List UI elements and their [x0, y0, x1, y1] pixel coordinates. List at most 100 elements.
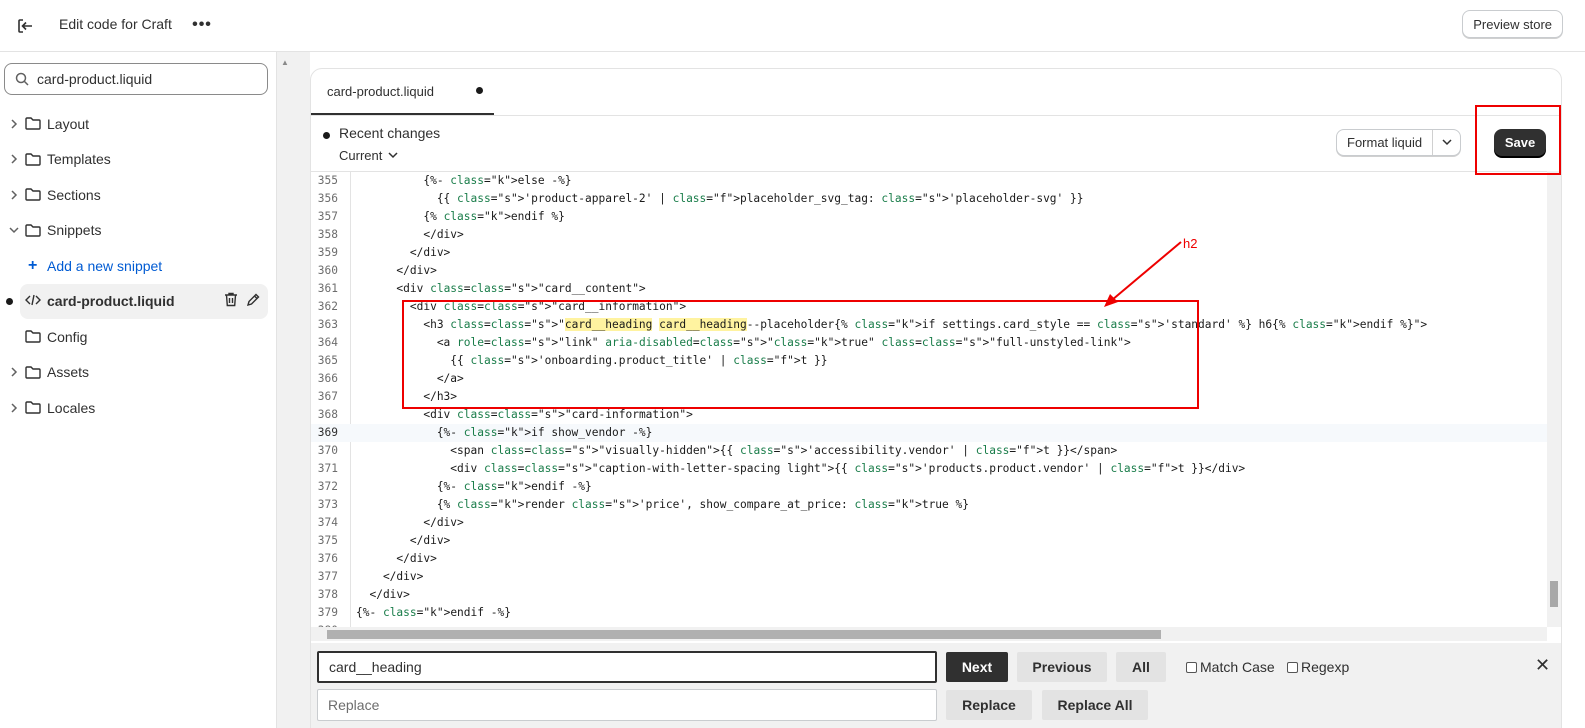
sidebar-item-layout[interactable]: Layout — [0, 106, 277, 142]
code-text: {%- class="k">else -%} — [356, 174, 572, 187]
code-line[interactable]: 359 </div> — [311, 244, 1547, 262]
code-line[interactable]: 358 </div> — [311, 226, 1547, 244]
line-number: 358 — [317, 228, 338, 241]
sidebar-item-sections[interactable]: Sections — [0, 177, 277, 213]
line-number: 377 — [317, 570, 338, 583]
scroll-thumb[interactable] — [1550, 581, 1558, 607]
line-number: 357 — [317, 210, 338, 223]
code-line[interactable]: 378 </div> — [311, 586, 1547, 604]
line-number: 373 — [317, 498, 338, 511]
scroll-up-arrow-icon[interactable]: ▲ — [281, 58, 289, 67]
tab-divider — [311, 115, 1561, 116]
code-line[interactable]: 379 {%- class="k">endif -%} — [311, 604, 1547, 622]
chevron-down-icon — [388, 152, 398, 159]
code-line[interactable]: 355 {%- class="k">else -%} — [311, 172, 1547, 190]
line-number: 379 — [317, 606, 338, 619]
find-all-button[interactable]: All — [1116, 652, 1166, 682]
code-line[interactable]: 372 {%- class="k">endif -%} — [311, 478, 1547, 496]
replace-input[interactable] — [317, 689, 937, 721]
exit-icon — [18, 19, 32, 33]
more-actions-button[interactable]: ••• — [190, 11, 214, 39]
code-text: </div> — [356, 264, 437, 277]
exit-button[interactable] — [10, 11, 40, 41]
sidebar-item-snippets[interactable]: Snippets — [0, 213, 277, 249]
find-input[interactable] — [317, 651, 937, 683]
code-line[interactable]: 356 {{ class="s">'product-apparel-2' | c… — [311, 190, 1547, 208]
code-horizontal-scrollbar[interactable] — [311, 627, 1547, 641]
line-number: 369 — [317, 426, 338, 439]
code-text: <div class=class="s">"card__content"> — [356, 282, 646, 295]
format-liquid-label[interactable]: Format liquid — [1337, 130, 1434, 155]
code-line[interactable]: 360 </div> — [311, 262, 1547, 280]
rename-pencil-icon[interactable] — [246, 293, 260, 310]
page-title: Edit code for Craft — [59, 16, 172, 32]
sidebar-scrollbar[interactable]: ▲ — [277, 52, 310, 728]
add-snippet-label: Add a new snippet — [47, 257, 163, 274]
find-next-button[interactable]: Next — [946, 652, 1008, 682]
line-number: 378 — [317, 588, 338, 601]
version-select[interactable]: Current — [339, 148, 398, 163]
code-line[interactable]: 371 <div class=class="s">"caption-with-l… — [311, 460, 1547, 478]
line-number: 372 — [317, 480, 338, 493]
line-number: 365 — [317, 354, 338, 367]
replace-button[interactable]: Replace — [946, 690, 1032, 720]
line-number: 368 — [317, 408, 338, 421]
preview-store-button[interactable]: Preview store — [1462, 10, 1563, 38]
code-line[interactable]: 376 </div> — [311, 550, 1547, 568]
code-text: </div> — [356, 588, 410, 601]
add-snippet-link[interactable]: + Add a new snippet — [0, 248, 277, 284]
code-line[interactable]: 375 </div> — [311, 532, 1547, 550]
recent-changes-title: Recent changes — [339, 125, 441, 141]
code-line[interactable]: 374 </div> — [311, 514, 1547, 532]
code-highlight-box — [402, 300, 1199, 409]
code-line[interactable]: 373 {% class="k">render class="s">'price… — [311, 496, 1547, 514]
code-text: {%- class="k">if show_vendor -%} — [356, 426, 653, 439]
find-previous-button[interactable]: Previous — [1017, 652, 1107, 682]
line-number: 367 — [317, 390, 338, 403]
code-vertical-scrollbar[interactable] — [1547, 171, 1561, 627]
folder-icon — [25, 188, 42, 202]
scroll-thumb[interactable] — [327, 630, 1161, 639]
sidebar-item-locales[interactable]: Locales — [0, 390, 277, 426]
code-text: </div> — [356, 570, 424, 583]
replace-all-button[interactable]: Replace All — [1042, 690, 1148, 720]
sidebar-item-config[interactable]: Config — [0, 319, 277, 355]
folder-icon — [25, 330, 42, 344]
line-number: 374 — [317, 516, 338, 529]
folder-icon — [25, 365, 42, 379]
sidebar-item-label: Snippets — [47, 222, 102, 239]
code-line[interactable]: 361 <div class=class="s">"card__content"… — [311, 280, 1547, 298]
file-search-box[interactable] — [4, 63, 268, 95]
chevron-right-icon — [8, 153, 20, 165]
format-options-dropdown[interactable] — [1433, 139, 1460, 146]
sidebar-item-templates[interactable]: Templates — [0, 142, 277, 178]
chevron-down-icon — [8, 224, 20, 236]
annotation-label: h2 — [1183, 236, 1198, 251]
file-search-input[interactable] — [37, 71, 247, 87]
find-replace-bar: Next Previous All Match Case Regexp ✕ Re… — [311, 643, 1561, 728]
close-icon[interactable]: ✕ — [1535, 655, 1550, 676]
chevron-right-icon — [8, 366, 20, 378]
code-text: {% class="k">endif %} — [356, 210, 565, 223]
trash-icon[interactable] — [224, 292, 238, 310]
folder-icon — [25, 152, 42, 166]
regexp-checkbox[interactable]: Regexp — [1287, 659, 1349, 675]
line-number: 376 — [317, 552, 338, 565]
line-number: 356 — [317, 192, 338, 205]
line-number: 363 — [317, 318, 338, 331]
format-liquid-button[interactable]: Format liquid — [1336, 129, 1461, 156]
code-line[interactable]: 369 {%- class="k">if show_vendor -%} — [311, 424, 1547, 442]
sidebar-item-assets[interactable]: Assets — [0, 355, 277, 391]
code-line[interactable]: 370 <span class=class="s">"visually-hidd… — [311, 442, 1547, 460]
line-number: 375 — [317, 534, 338, 547]
checkbox-box[interactable] — [1287, 661, 1298, 673]
sidebar-item-card-product[interactable]: card-product.liquid — [6, 283, 268, 319]
checkbox-box[interactable] — [1186, 661, 1197, 673]
match-case-checkbox[interactable]: Match Case — [1186, 659, 1275, 675]
tab-card-product[interactable]: card-product.liquid — [311, 69, 494, 115]
code-line[interactable]: 357 {% class="k">endif %} — [311, 208, 1547, 226]
code-line[interactable]: 377 </div> — [311, 568, 1547, 586]
unsaved-dot — [476, 87, 483, 94]
line-number: 371 — [317, 462, 338, 475]
line-number: 362 — [317, 300, 338, 313]
